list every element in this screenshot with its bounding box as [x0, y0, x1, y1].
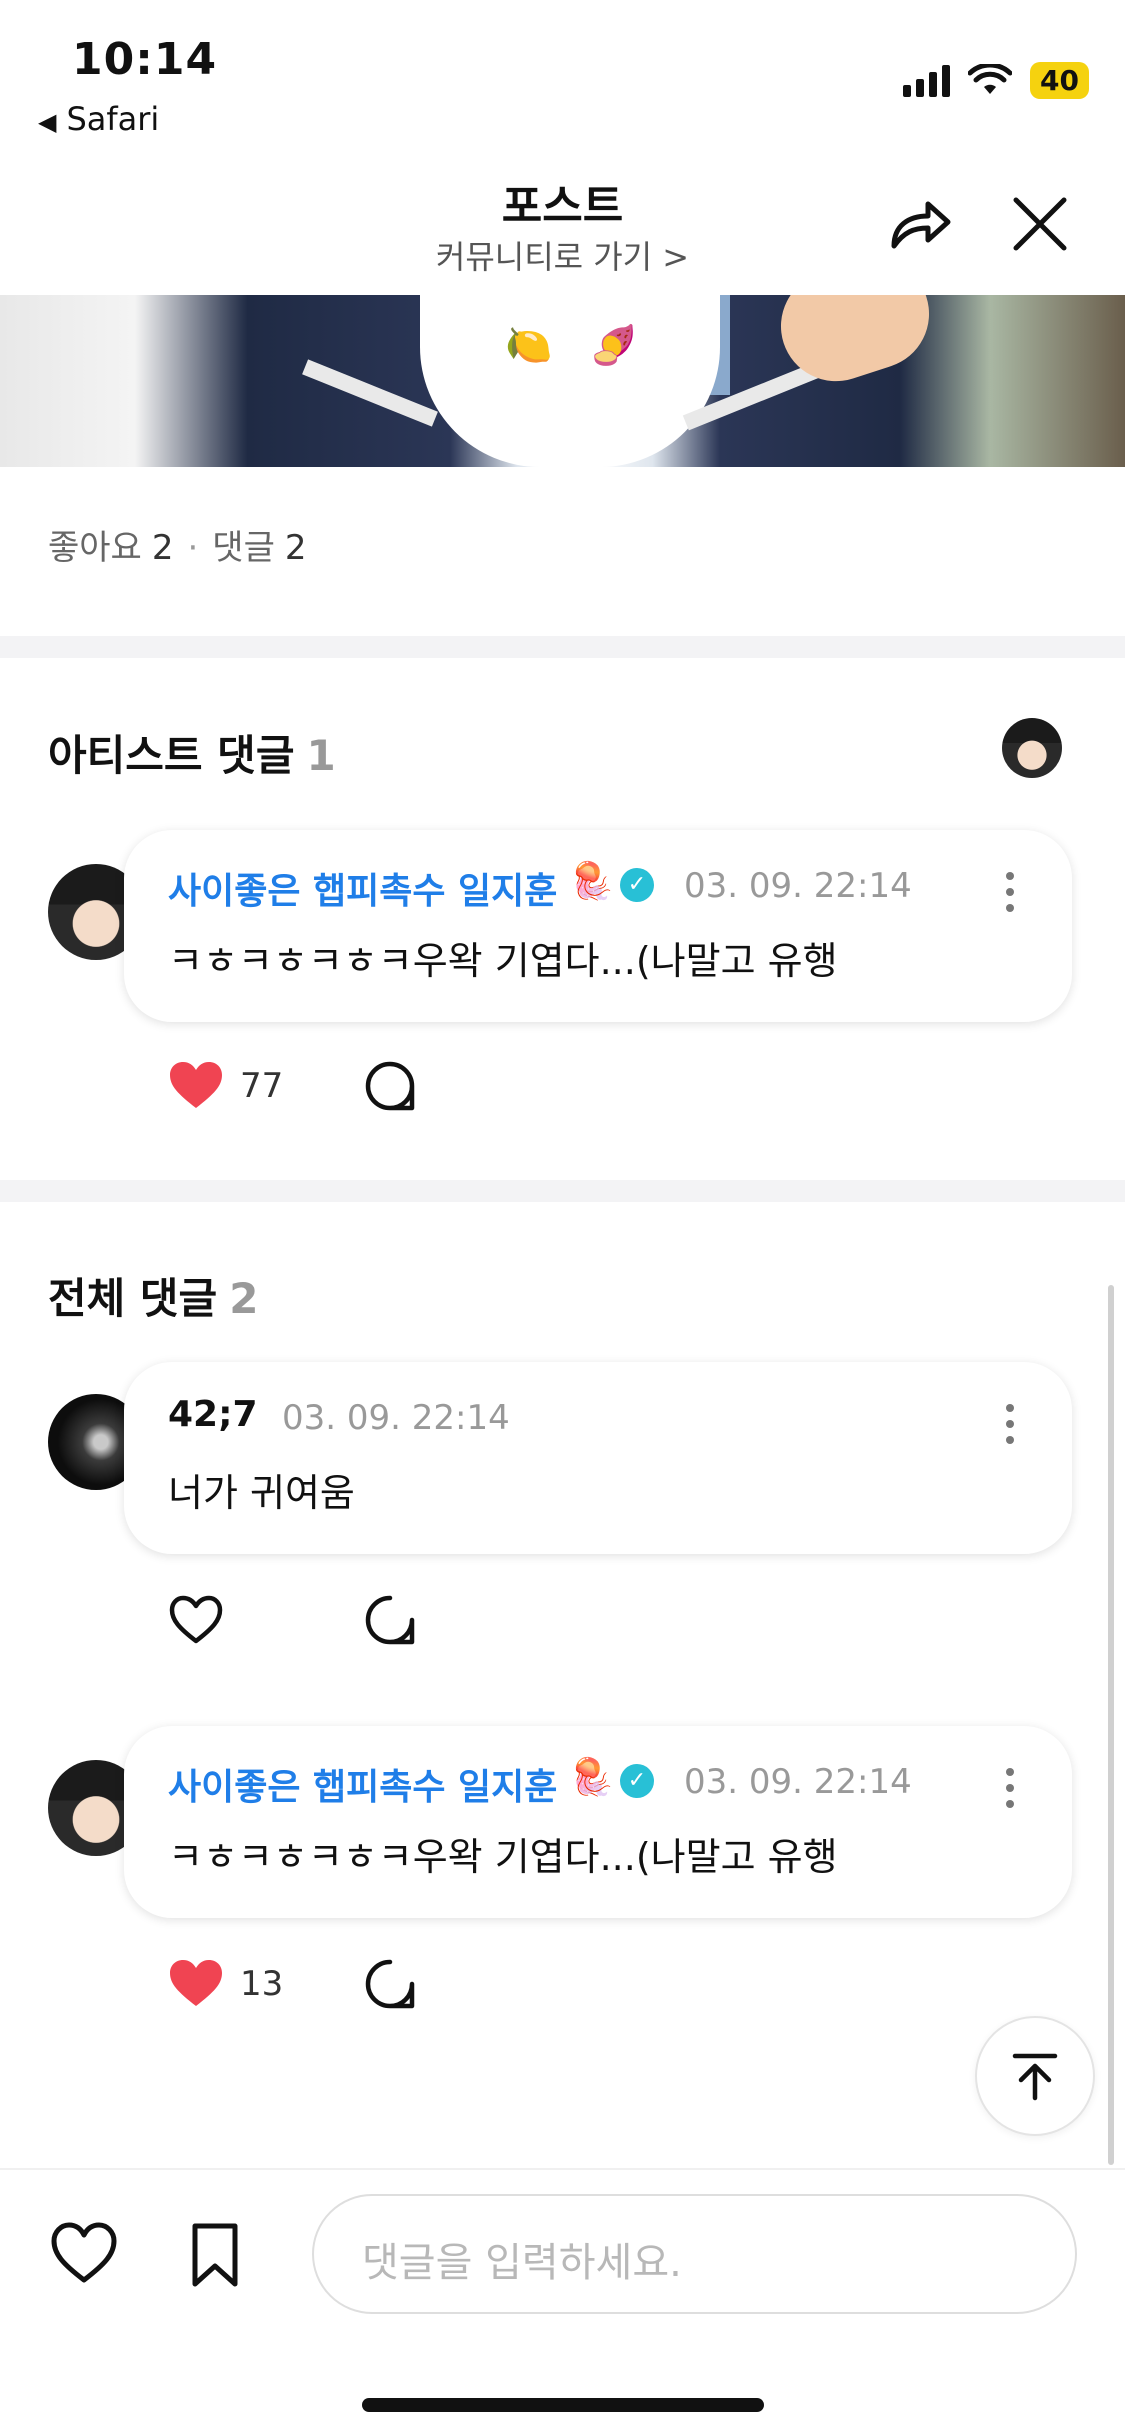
- post-header: 포스트 커뮤니티로 가기 >: [0, 160, 1125, 295]
- post-stats: 좋아요 2 · 댓글 2: [48, 520, 307, 569]
- lemon-sticker: 🍋: [505, 323, 553, 367]
- heart-filled-icon[interactable]: [168, 1958, 224, 2010]
- comments-label: 댓글: [212, 528, 275, 568]
- back-app-label: Safari: [66, 100, 160, 138]
- battery-indicator: 40: [1030, 62, 1089, 99]
- all-comments-label: 전체 댓글: [48, 1274, 218, 1323]
- comment-text: ㅋㅎㅋㅎㅋㅎㅋ우왁 기엽다...(나말고 유행: [168, 939, 838, 983]
- comment-bubble: 42;7 03. 09. 22:14 너가 귀여움: [124, 1362, 1072, 1554]
- wifi-icon: [968, 63, 1013, 94]
- jellyfish-icon: 🪼: [569, 1757, 614, 1798]
- comment-date: 03. 09. 22:14: [684, 1762, 912, 1802]
- all-comments-title: 전체 댓글 2: [48, 1265, 258, 1326]
- sweet-potato-sticker: 🍠: [590, 323, 638, 367]
- comments-count: 2: [284, 528, 307, 568]
- comment-author[interactable]: 사이좋은 햅피촉수 일지훈: [168, 1758, 557, 1810]
- post-photo[interactable]: 🍋 🍠: [0, 295, 1125, 467]
- post-page: 10:14 ◀ Safari 40 포스트 커뮤니티로 가기 > 🍋 🍠 좋아요…: [0, 0, 1125, 2436]
- artist-comments-title: 아티스트 댓글 1: [48, 722, 336, 783]
- more-options-icon[interactable]: [1004, 1404, 1016, 1444]
- artist-comments-count: 1: [306, 731, 336, 780]
- comment-text: ㅋㅎㅋㅎㅋㅎㅋ우왁 기엽다...(나말고 유행: [168, 1835, 838, 1879]
- comment-actions: [168, 1594, 416, 1646]
- back-to-safari[interactable]: ◀ Safari: [38, 100, 159, 138]
- heart-outline-icon[interactable]: [168, 1594, 224, 1646]
- comment-date: 03. 09. 22:14: [282, 1398, 510, 1438]
- close-icon[interactable]: [1000, 184, 1080, 264]
- comment-actions: 77: [168, 1060, 416, 1112]
- artist-avatar-small[interactable]: [1002, 718, 1062, 778]
- artist-comments-label: 아티스트 댓글: [48, 731, 295, 780]
- reply-bubble-icon[interactable]: [364, 1958, 416, 2010]
- bookmark-icon[interactable]: [185, 2220, 245, 2290]
- section-divider: [0, 1180, 1125, 1202]
- status-time: 10:14: [72, 34, 218, 85]
- verified-badge-icon: ✓: [620, 1764, 654, 1798]
- back-triangle-icon: ◀: [38, 108, 57, 136]
- arrow-up-to-top-icon: [1012, 2053, 1058, 2101]
- comment-actions: 13: [168, 1958, 416, 2010]
- more-options-icon[interactable]: [1004, 872, 1016, 912]
- status-bar: 10:14 ◀ Safari 40: [0, 0, 1125, 160]
- share-icon[interactable]: [880, 184, 960, 264]
- comment-input[interactable]: 댓글을 입력하세요.: [312, 2194, 1077, 2314]
- comment-date: 03. 09. 22:14: [684, 866, 912, 906]
- status-icons: 40: [903, 62, 1089, 99]
- comment-text: 너가 귀여움: [168, 1471, 355, 1515]
- heart-outline-icon[interactable]: [50, 2220, 118, 2288]
- heart-filled-icon[interactable]: [168, 1060, 224, 1112]
- like-count: 13: [240, 1964, 284, 2004]
- scrollbar[interactable]: [1108, 1285, 1114, 2165]
- comment-author[interactable]: 42;7: [168, 1394, 258, 1435]
- scroll-to-top-button[interactable]: [975, 2016, 1095, 2136]
- comment-author[interactable]: 사이좋은 햅피촉수 일지훈: [168, 862, 557, 914]
- jellyfish-icon: 🪼: [569, 861, 614, 902]
- separator-dot: ·: [187, 528, 199, 568]
- section-divider: [0, 636, 1125, 658]
- reply-bubble-icon[interactable]: [364, 1594, 416, 1646]
- reply-bubble-icon[interactable]: [364, 1060, 416, 1112]
- like-count: 77: [240, 1066, 284, 1106]
- verified-badge-icon: ✓: [620, 868, 654, 902]
- comment-bubble: 사이좋은 햅피촉수 일지훈 🪼 ✓ 03. 09. 22:14 ㅋㅎㅋㅎㅋㅎㅋ우…: [124, 830, 1072, 1022]
- all-comments-count: 2: [229, 1274, 259, 1323]
- home-indicator[interactable]: [362, 2398, 764, 2412]
- likes-label: 좋아요: [48, 528, 142, 568]
- cellular-signal-icon: [903, 64, 951, 97]
- likes-count: 2: [151, 528, 174, 568]
- more-options-icon[interactable]: [1004, 1768, 1016, 1808]
- comment-bubble: 사이좋은 햅피촉수 일지훈 🪼 ✓ 03. 09. 22:14 ㅋㅎㅋㅎㅋㅎㅋ우…: [124, 1726, 1072, 1918]
- bottom-action-bar: 댓글을 입력하세요.: [0, 2168, 1125, 2436]
